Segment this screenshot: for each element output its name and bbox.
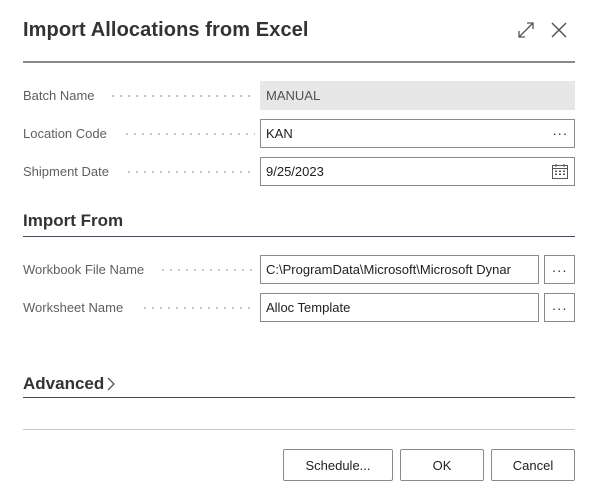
workbook-file-name-input[interactable]: C:\ProgramData\Microsoft\Microsoft Dynar xyxy=(260,255,539,284)
close-icon[interactable] xyxy=(549,20,569,40)
cancel-button[interactable]: Cancel xyxy=(491,449,575,481)
shipment-date-leader xyxy=(125,171,255,173)
shipment-date-value: 9/25/2023 xyxy=(266,164,324,179)
workbook-file-name-row: Workbook File Name C:\ProgramData\Micros… xyxy=(23,255,575,284)
chevron-right-icon[interactable] xyxy=(106,377,116,391)
expand-icon[interactable] xyxy=(517,21,535,39)
worksheet-name-leader xyxy=(141,307,255,309)
worksheet-name-label: Worksheet Name xyxy=(23,300,124,315)
ellipsis-icon: ··· xyxy=(551,261,568,278)
advanced-divider xyxy=(23,397,575,398)
workbook-browse-button[interactable]: ··· xyxy=(544,255,575,284)
advanced-heading: Advanced xyxy=(23,374,105,393)
worksheet-name-input[interactable]: Alloc Template xyxy=(260,293,539,322)
dialog-title: Import Allocations from Excel xyxy=(23,19,309,41)
location-code-leader xyxy=(123,133,255,135)
worksheet-name-value: Alloc Template xyxy=(266,300,351,315)
location-code-assist-button[interactable]: ··· xyxy=(546,120,574,147)
workbook-file-name-label: Workbook File Name xyxy=(23,262,145,277)
advanced-section-toggle[interactable]: Advanced xyxy=(23,374,104,394)
calendar-icon xyxy=(552,164,568,179)
import-from-heading: Import From xyxy=(23,211,124,230)
batch-name-leader xyxy=(109,95,255,97)
location-code-input[interactable]: KAN ··· xyxy=(260,119,575,148)
import-from-divider xyxy=(23,236,575,237)
location-code-value: KAN xyxy=(266,126,293,141)
calendar-button[interactable] xyxy=(546,158,574,185)
ellipsis-icon: ··· xyxy=(552,125,568,141)
location-code-row: Location Code KAN ··· xyxy=(23,119,575,148)
ellipsis-icon: ··· xyxy=(551,299,568,316)
import-allocations-dialog: Import Allocations from Excel Batch Name… xyxy=(0,0,597,503)
batch-name-row: Batch Name MANUAL xyxy=(23,81,575,110)
workbook-file-name-value: C:\ProgramData\Microsoft\Microsoft Dynar xyxy=(266,262,511,277)
location-code-label: Location Code xyxy=(23,126,107,141)
title-divider xyxy=(23,61,575,63)
batch-name-value: MANUAL xyxy=(266,88,321,103)
shipment-date-label: Shipment Date xyxy=(23,164,109,179)
footer-divider xyxy=(23,429,575,430)
shipment-date-row: Shipment Date 9/25/2023 xyxy=(23,157,575,186)
workbook-file-name-leader xyxy=(159,269,255,271)
shipment-date-input[interactable]: 9/25/2023 xyxy=(260,157,575,186)
ok-button[interactable]: OK xyxy=(400,449,484,481)
batch-name-field: MANUAL xyxy=(260,81,575,110)
worksheet-browse-button[interactable]: ··· xyxy=(544,293,575,322)
worksheet-name-row: Worksheet Name Alloc Template ··· xyxy=(23,293,575,322)
schedule-button[interactable]: Schedule... xyxy=(283,449,393,481)
batch-name-label: Batch Name xyxy=(23,88,95,103)
